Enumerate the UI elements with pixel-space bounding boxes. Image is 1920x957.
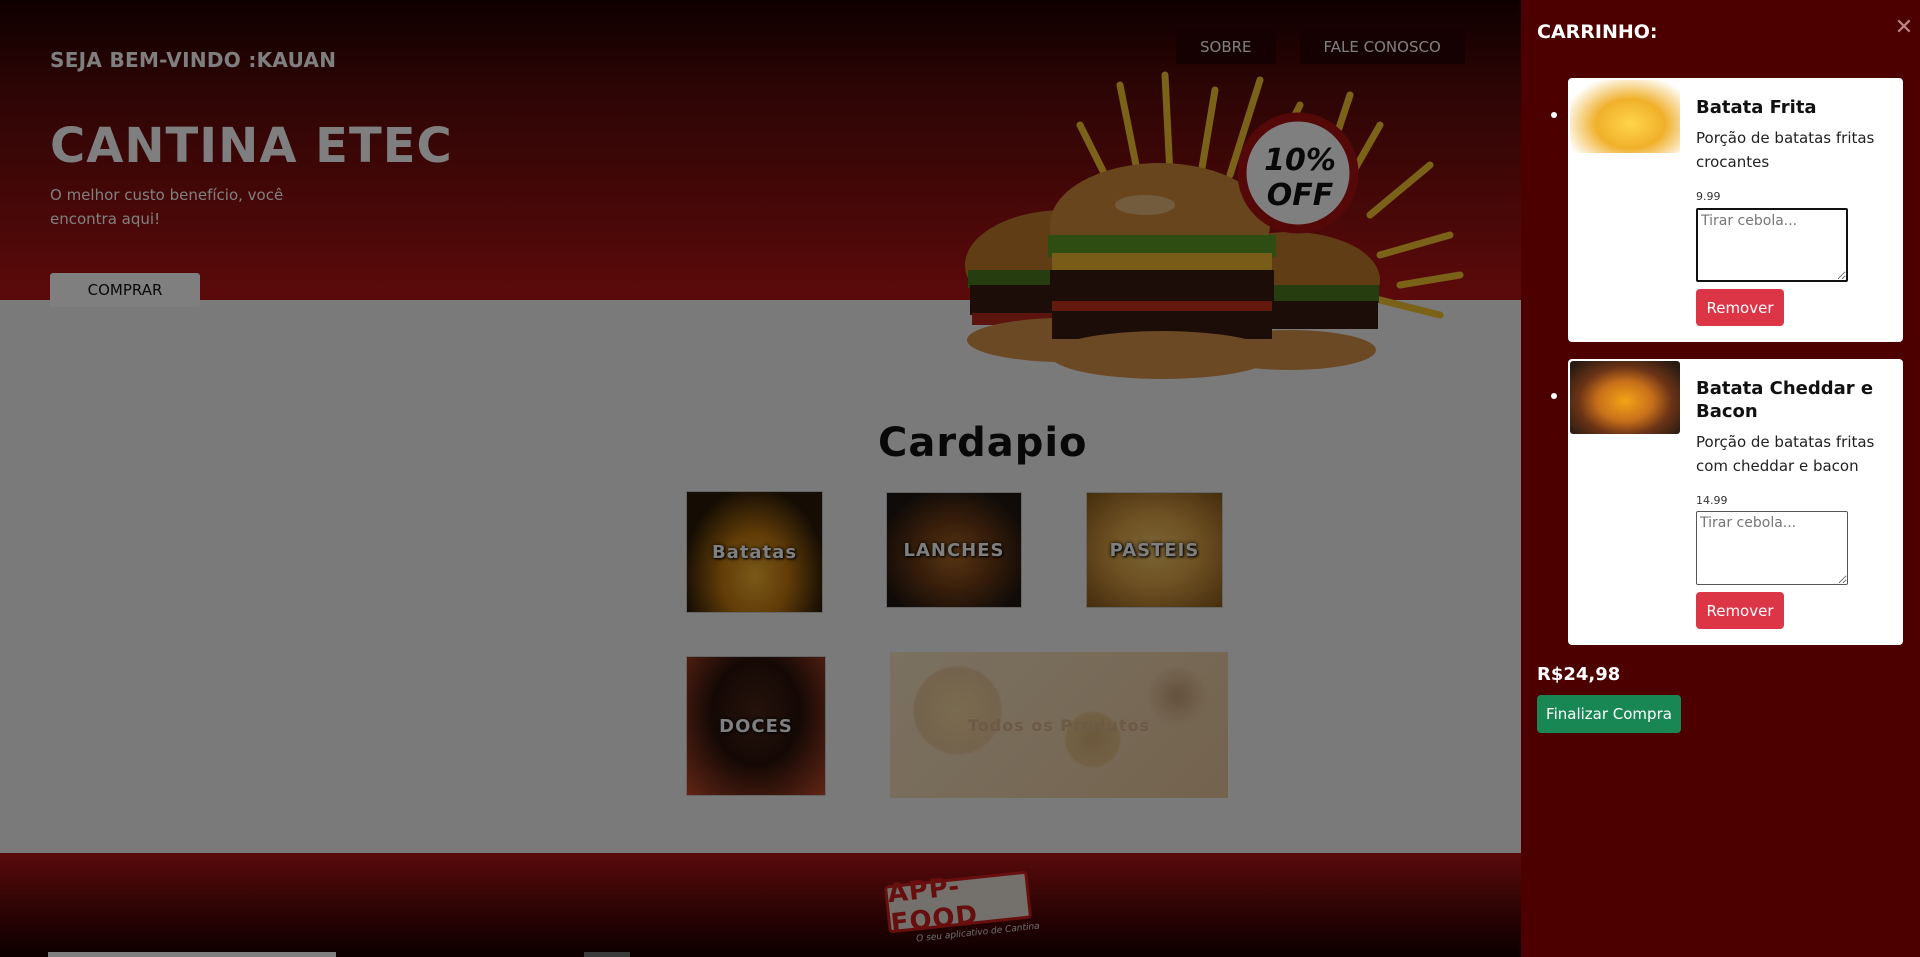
remove-button[interactable]: Remover: [1696, 592, 1784, 629]
item-price: 9.99: [1696, 190, 1721, 203]
cart-item: Batata Frita Porção de batatas fritas cr…: [1568, 78, 1903, 342]
cart-total: R$24,98: [1537, 664, 1621, 685]
list-bullet: [1551, 393, 1557, 399]
cart-item: Batata Cheddar e Bacon Porção de batatas…: [1568, 359, 1903, 645]
item-description: Porção de batatas fritas crocantes: [1696, 129, 1875, 171]
batata-cheddar-bacon-image: [1570, 361, 1680, 434]
list-bullet: [1551, 112, 1557, 118]
item-description: Porção de batatas fritas com cheddar e b…: [1696, 433, 1875, 475]
finalizar-compra-button[interactable]: Finalizar Compra: [1537, 695, 1681, 733]
batata-frita-image: [1570, 80, 1680, 153]
item-note-field[interactable]: [1696, 208, 1848, 282]
item-name: Batata Frita: [1696, 97, 1817, 118]
item-price: 14.99: [1696, 494, 1728, 507]
cart-title: CARRINHO:: [1537, 21, 1658, 43]
item-name: Batata Cheddar e Bacon: [1696, 378, 1874, 422]
remove-button[interactable]: Remover: [1696, 289, 1784, 326]
item-note-field[interactable]: [1696, 511, 1848, 585]
close-icon[interactable]: ✕: [1892, 16, 1916, 40]
cart-panel: CARRINHO: ✕ Batata Frita Porção de batat…: [1521, 0, 1920, 957]
